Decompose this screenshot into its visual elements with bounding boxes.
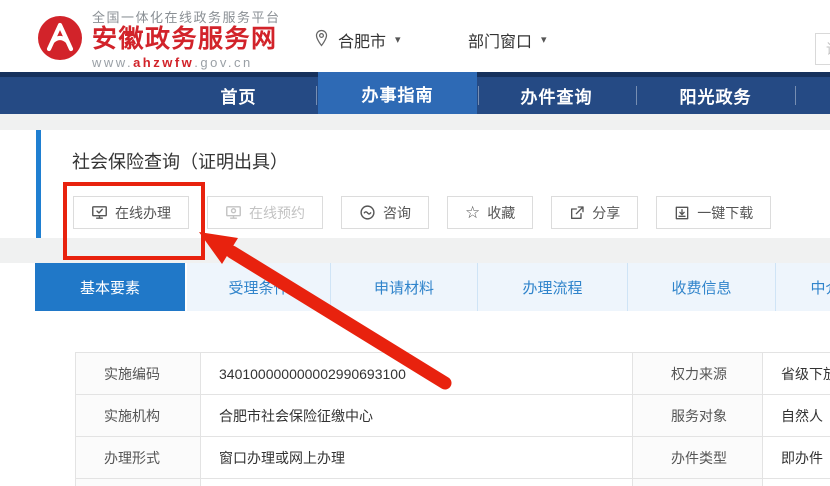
action-buttons: 在线办理 在线预约 咨询 ☆ 收藏 分享 一键下载 xyxy=(73,196,772,229)
search-input[interactable] xyxy=(815,33,830,65)
online-handle-button[interactable]: 在线办理 xyxy=(73,196,189,229)
location-pin-icon xyxy=(314,29,329,52)
site-logo-link[interactable]: 全国一体化在线政务服务平台 安徽政务服务网 www.ahzwfw.gov.cn xyxy=(36,10,281,70)
chevron-down-icon: ▾ xyxy=(541,33,547,46)
monitor-check-icon xyxy=(91,204,108,221)
nav-item-case-query[interactable]: 办件查询 xyxy=(477,77,636,114)
table-value: 窗口办理或网上办理 xyxy=(201,437,633,479)
dept-selector-label: 部门窗口 xyxy=(468,34,533,51)
table-label: 办件类型 xyxy=(633,437,763,479)
site-logo-text: 全国一体化在线政务服务平台 安徽政务服务网 www.ahzwfw.gov.cn xyxy=(92,10,281,70)
table-value: 合肥市社会保险征缴中心 xyxy=(201,395,633,437)
table-label: 办理形式 xyxy=(76,437,201,479)
online-reserve-button[interactable]: 在线预约 xyxy=(207,196,323,229)
table-label xyxy=(76,479,201,486)
basic-info-table: 实施编码 340100000000002990693100 权力来源 省级下放至… xyxy=(75,352,830,486)
table-value: 自然人 xyxy=(763,395,830,437)
site-header: 全国一体化在线政务服务平台 安徽政务服务网 www.ahzwfw.gov.cn … xyxy=(0,0,830,72)
table-label: 服务对象 xyxy=(633,395,763,437)
table-label: 实施编码 xyxy=(76,353,201,395)
page-title: 社会保险查询（证明出具） xyxy=(72,152,288,172)
tab-process[interactable]: 办理流程 xyxy=(477,263,627,311)
divider-strip xyxy=(0,238,830,263)
consult-button[interactable]: 咨询 xyxy=(341,196,429,229)
main-nav: 首页 办事指南 办件查询 阳光政务 xyxy=(0,72,830,114)
star-icon: ☆ xyxy=(465,203,481,222)
tab-basic-elements[interactable]: 基本要素 xyxy=(35,263,185,311)
divider-strip xyxy=(0,114,830,130)
chevron-down-icon: ▾ xyxy=(395,33,401,46)
accent-bar xyxy=(36,130,41,238)
chat-icon xyxy=(359,204,376,221)
nav-separator xyxy=(795,86,796,105)
detail-tabs: 基本要素 受理条件 申请材料 办理流程 收费信息 中介服务 xyxy=(0,263,830,311)
table-label: 实施机构 xyxy=(76,395,201,437)
nav-item-service-guide[interactable]: 办事指南 xyxy=(318,72,477,114)
monitor-reserve-icon xyxy=(225,204,242,221)
share-button[interactable]: 分享 xyxy=(551,196,639,229)
download-icon xyxy=(674,205,690,221)
tab-intermediary[interactable]: 中介服务 xyxy=(775,263,830,311)
tab-fees[interactable]: 收费信息 xyxy=(627,263,775,311)
city-selector-label: 合肥市 xyxy=(338,34,387,51)
tab-materials[interactable]: 申请材料 xyxy=(330,263,477,311)
nav-item-open-gov[interactable]: 阳光政务 xyxy=(636,77,795,114)
site-url: www.ahzwfw.gov.cn xyxy=(92,54,253,70)
nav-item-home[interactable]: 首页 xyxy=(159,77,318,114)
site-name: 安徽政务服务网 xyxy=(92,25,278,54)
share-icon xyxy=(569,205,585,221)
table-value: 340100000000002990693100 xyxy=(201,353,633,395)
table-value: 省级下放至 xyxy=(763,353,830,395)
download-all-button[interactable]: 一键下载 xyxy=(656,196,772,229)
favorite-button[interactable]: ☆ 收藏 xyxy=(447,196,534,229)
site-logo-icon xyxy=(36,14,84,67)
page: 全国一体化在线政务服务平台 安徽政务服务网 www.ahzwfw.gov.cn … xyxy=(0,0,830,486)
table-label: 权力来源 xyxy=(633,353,763,395)
tab-accept-conditions[interactable]: 受理条件 xyxy=(187,263,330,311)
table-value xyxy=(201,479,633,486)
table-label xyxy=(633,479,763,486)
dept-window-selector[interactable]: 部门窗口 ▾ xyxy=(468,28,547,52)
table-value xyxy=(763,479,830,486)
city-selector[interactable]: 合肥市 ▾ xyxy=(314,28,401,52)
table-value: 即办件 xyxy=(763,437,830,479)
platform-tagline: 全国一体化在线政务服务平台 xyxy=(92,10,281,25)
